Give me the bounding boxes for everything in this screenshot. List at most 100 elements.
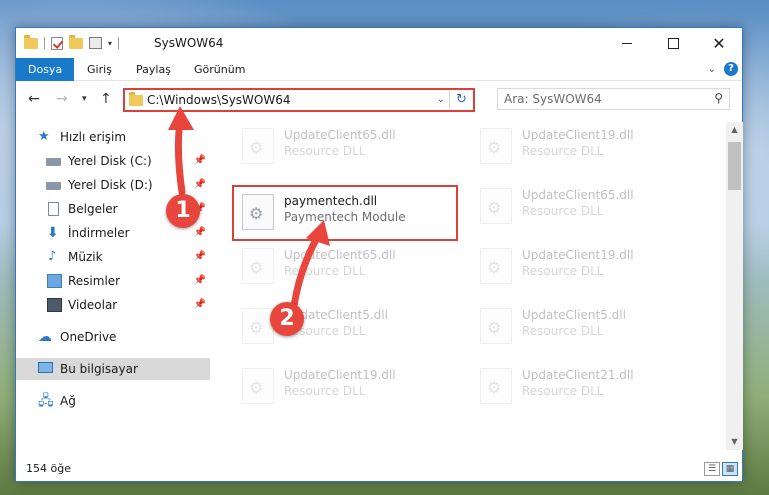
dll-file-icon: [480, 308, 512, 344]
file-item-paymentech[interactable]: paymentech.dll Paymentech Module: [236, 188, 460, 236]
scroll-down-arrow-icon[interactable]: ▼: [726, 434, 743, 450]
pin-icon[interactable]: 📌: [194, 174, 206, 196]
file-item[interactable]: UpdateClient5.dll Resource DLL: [474, 302, 698, 350]
sidebar-item-label: Videolar: [68, 298, 118, 312]
ribbon-tabs: Dosya Giriş Paylaş Görünüm ⌄ ?: [16, 58, 742, 81]
details-view-icon[interactable]: ☰: [704, 462, 720, 476]
tiles-view-icon[interactable]: ▦: [722, 462, 738, 476]
view-properties-icon[interactable]: [89, 37, 102, 49]
expand-ribbon-chevron-icon[interactable]: ⌄: [708, 64, 716, 75]
file-name: UpdateClient21.dll: [522, 368, 634, 382]
dll-file-icon: [242, 308, 274, 344]
refresh-icon[interactable]: ↻: [449, 90, 473, 110]
forward-arrow-icon[interactable]: →: [56, 91, 68, 107]
disk-icon: [46, 158, 61, 166]
file-item[interactable]: UpdateClient65.dll Resource DLL: [474, 182, 698, 230]
tab-gorunum[interactable]: Görünüm: [182, 58, 257, 81]
scroll-up-arrow-icon[interactable]: ▲: [726, 122, 743, 138]
file-type: Resource DLL: [284, 144, 366, 158]
music-icon: ♪: [48, 249, 57, 264]
network-icon: 🖧: [38, 393, 54, 409]
step-2-badge: 2: [270, 302, 304, 336]
toolbar-divider: [118, 37, 120, 49]
sidebar-item-label: Müzik: [68, 250, 103, 264]
file-item[interactable]: UpdateClient65.dll Resource DLL: [236, 122, 460, 170]
pin-icon[interactable]: 📌: [194, 294, 206, 316]
pin-icon[interactable]: 📌: [194, 150, 206, 172]
scrollbar-thumb[interactable]: [728, 142, 741, 190]
customize-toolbar-chevron-icon[interactable]: ▾: [108, 39, 112, 48]
sidebar-item-onedrive[interactable]: ☁ OneDrive: [16, 326, 210, 348]
pin-icon[interactable]: 📌: [194, 270, 206, 292]
file-item[interactable]: UpdateClient19.dll Resource DLL: [236, 362, 460, 410]
sidebar-item-music[interactable]: ♪ Müzik 📌: [16, 246, 210, 268]
file-type: Resource DLL: [522, 204, 604, 218]
sidebar-item-label: Belgeler: [68, 202, 118, 216]
close-button[interactable]: ✕: [696, 28, 742, 58]
file-item[interactable]: UpdateClient19.dll Resource DLL: [474, 122, 698, 170]
download-icon: ⬇: [47, 225, 59, 241]
dll-file-icon: [242, 368, 274, 404]
sidebar-item-pictures[interactable]: Resimler 📌: [16, 270, 210, 292]
sidebar-item-label: İndirmeler: [68, 226, 130, 240]
properties-check-icon[interactable]: [51, 36, 63, 50]
file-type: Resource DLL: [284, 384, 366, 398]
minimize-button[interactable]: [604, 28, 650, 58]
tab-dosya[interactable]: Dosya: [16, 58, 75, 81]
search-input[interactable]: Ara: SysWOW64 ⚲: [497, 88, 730, 110]
sidebar-item-local-disk-c[interactable]: Yerel Disk (C:) 📌: [16, 150, 210, 172]
dll-file-icon: [480, 128, 512, 164]
computer-icon: [38, 362, 53, 373]
sidebar-item-label: Ağ: [60, 394, 76, 408]
sidebar-item-local-disk-d[interactable]: Yerel Disk (D:) 📌: [16, 174, 210, 196]
file-name: paymentech.dll: [284, 194, 378, 208]
ribbon-right-controls: ⌄ ?: [708, 62, 738, 76]
dll-file-icon: [480, 368, 512, 404]
sidebar-item-label: Resimler: [68, 274, 121, 288]
file-name: UpdateClient19.dll: [522, 128, 634, 142]
star-icon: ★: [38, 129, 50, 144]
maximize-button[interactable]: [650, 28, 696, 58]
sidebar-item-this-pc[interactable]: Bu bilgisayar: [16, 358, 210, 380]
pin-icon[interactable]: 📌: [194, 246, 206, 268]
sidebar-item-quick-access[interactable]: ★ Hızlı erişim: [16, 126, 210, 148]
navigation-pane: ★ Hızlı erişim Yerel Disk (C:) 📌 Yerel D…: [16, 122, 210, 450]
address-dropdown-chevron-icon[interactable]: ⌄: [437, 94, 445, 105]
file-item[interactable]: UpdateClient65.dll Resource DLL: [236, 242, 460, 290]
file-name: UpdateClient65.dll: [522, 188, 634, 202]
file-item[interactable]: UpdateClient21.dll Resource DLL: [474, 362, 698, 410]
file-item[interactable]: UpdateClient5.dll Resource DLL: [236, 302, 460, 350]
status-bar: 154 öğe ☰ ▦: [16, 458, 742, 482]
file-name: UpdateClient19.dll: [522, 248, 634, 262]
videos-icon: [47, 298, 62, 312]
disk-icon: [46, 182, 61, 190]
dll-file-icon: [242, 128, 274, 164]
back-arrow-icon[interactable]: ←: [28, 91, 40, 107]
file-name: UpdateClient19.dll: [284, 368, 396, 382]
tab-paylas[interactable]: Paylaş: [124, 58, 183, 81]
up-arrow-icon[interactable]: ↑: [100, 91, 112, 107]
file-type: Resource DLL: [522, 324, 604, 338]
help-icon[interactable]: ?: [724, 62, 738, 76]
tab-giris[interactable]: Giriş: [75, 58, 124, 81]
file-name: UpdateClient5.dll: [522, 308, 626, 322]
dll-file-icon: [480, 188, 512, 224]
sidebar-item-label: Bu bilgisayar: [60, 362, 138, 376]
file-type: Paymentech Module: [284, 210, 406, 224]
quick-access-toolbar: ▾: [24, 34, 120, 51]
folder-icon: [24, 34, 38, 49]
search-icon[interactable]: ⚲: [714, 91, 723, 105]
file-type: Resource DLL: [522, 264, 604, 278]
recent-locations-chevron-icon[interactable]: ▾: [82, 94, 87, 104]
document-icon: [48, 202, 59, 216]
pin-icon[interactable]: 📌: [194, 222, 206, 244]
sidebar-item-videos[interactable]: Videolar 📌: [16, 294, 210, 316]
sidebar-item-label: OneDrive: [60, 330, 117, 344]
address-path[interactable]: C:\Windows\SysWOW64: [147, 93, 291, 107]
dll-file-icon: [242, 194, 274, 230]
file-item[interactable]: UpdateClient19.dll Resource DLL: [474, 242, 698, 290]
sidebar-item-network[interactable]: 🖧 Ağ: [16, 390, 210, 412]
new-folder-icon[interactable]: [69, 34, 83, 49]
address-bar[interactable]: C:\Windows\SysWOW64 ⌄ ↻: [123, 88, 475, 112]
vertical-scrollbar[interactable]: ▲ ▼: [726, 122, 743, 450]
